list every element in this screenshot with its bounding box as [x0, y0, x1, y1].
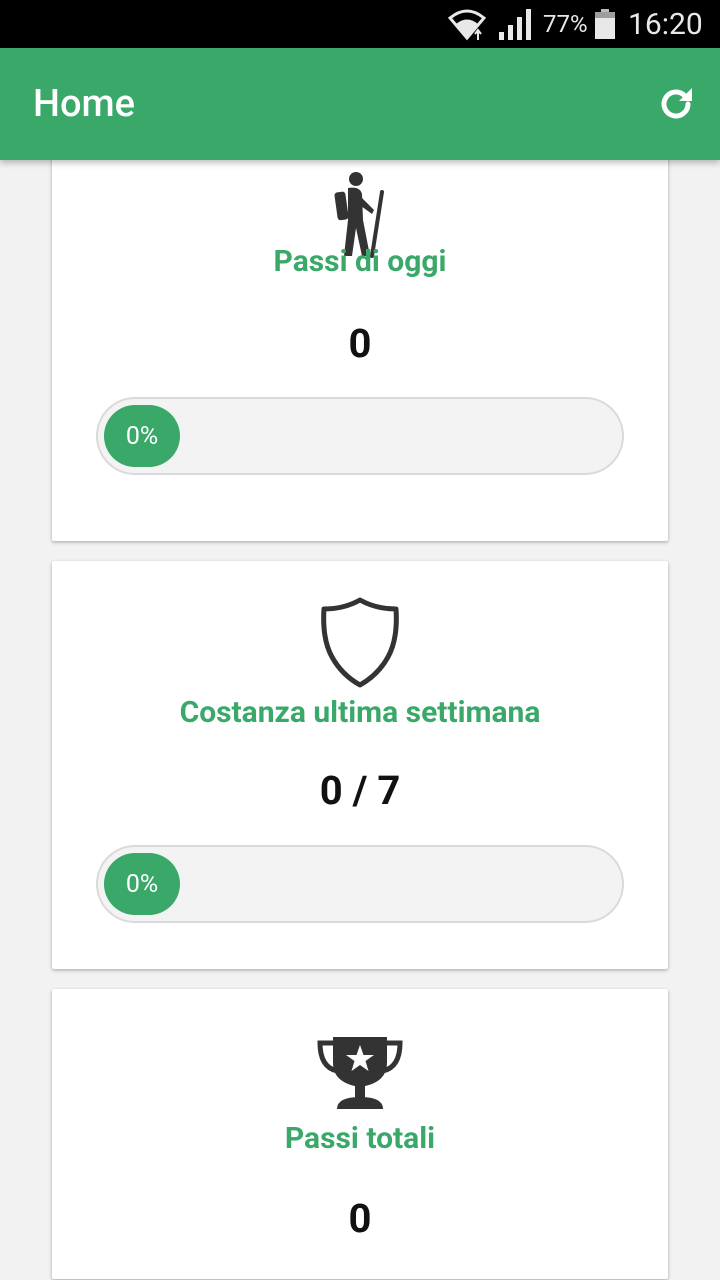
today-steps-card: Passi di oggi 0 0%	[52, 160, 668, 541]
weekly-consistency-card: Costanza ultima settimana 0 / 7 0%	[52, 561, 668, 969]
shield-icon	[52, 597, 668, 689]
clock: 16:20	[628, 6, 703, 42]
total-steps-card: Passi totali 0	[52, 989, 668, 1279]
total-steps-value: 0	[348, 1195, 372, 1242]
today-steps-progress: 0%	[96, 397, 624, 475]
weekly-consistency-progress: 0%	[96, 845, 624, 923]
today-steps-value: 0	[348, 320, 372, 367]
trophy-icon	[52, 1031, 668, 1111]
app-bar: Home	[0, 48, 720, 160]
status-bar: 77% 16:20	[0, 0, 720, 48]
refresh-icon	[661, 88, 692, 119]
refresh-button[interactable]	[650, 78, 702, 130]
page-title: Home	[33, 82, 135, 126]
total-steps-label: Passi totali	[284, 1121, 436, 1156]
progress-fill: 0%	[104, 405, 180, 467]
today-steps-label: Passi di oggi	[273, 244, 447, 279]
battery-icon	[594, 0, 616, 48]
battery-percent: 77%	[543, 10, 588, 38]
weekly-consistency-value: 0 / 7	[319, 767, 401, 814]
weekly-consistency-label: Costanza ultima settimana	[179, 695, 541, 730]
progress-fill: 0%	[104, 853, 180, 915]
signal-icon	[497, 0, 535, 48]
home-content[interactable]: Passi di oggi 0 0% Costanza ultima setti…	[0, 160, 720, 1280]
wifi-icon	[446, 0, 488, 48]
